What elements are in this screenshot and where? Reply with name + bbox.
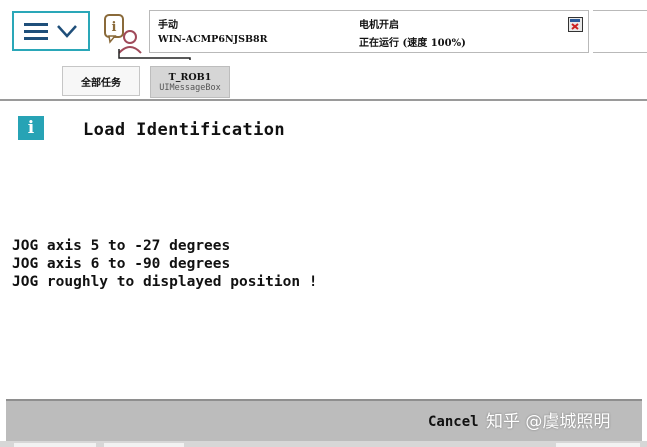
tab-subtitle: UIMessageBox xyxy=(159,82,221,93)
svg-text:i: i xyxy=(112,20,117,35)
top-status-bar: i 手动 WIN-ACMP6NJSB8R 电机开启 正在运行 (速度 100%) xyxy=(0,0,647,63)
message-line: JOG roughly to displayed position ! xyxy=(12,274,318,290)
main-menu-button[interactable] xyxy=(12,11,90,51)
operating-mode: 手动 xyxy=(158,20,178,31)
program-state: 正在运行 (速度 100%) xyxy=(359,38,466,49)
tab-t-rob1[interactable]: T_ROB1 UIMessageBox xyxy=(150,66,230,98)
status-panel-edge xyxy=(593,10,647,53)
motor-state: 电机开启 xyxy=(359,20,399,31)
tabs-divider xyxy=(0,99,647,101)
tab-all-tasks-label: 全部任务 xyxy=(81,77,121,89)
chevron-down-icon xyxy=(56,24,78,38)
hamburger-icon xyxy=(24,22,48,40)
message-line: JOG axis 6 to -90 degrees xyxy=(12,256,231,272)
status-panel[interactable]: 手动 WIN-ACMP6NJSB8R 电机开启 正在运行 (速度 100%) xyxy=(149,10,589,53)
message-title: Load Identification xyxy=(83,120,286,140)
controller-name: WIN-ACMP6NJSB8R xyxy=(158,34,268,45)
close-icon[interactable] xyxy=(568,17,583,32)
watermark: 知乎 @虞城照明 xyxy=(486,412,611,432)
tab-title: T_ROB1 xyxy=(168,71,212,83)
cancel-button[interactable]: Cancel xyxy=(424,409,483,435)
tab-all-tasks[interactable]: 全部任务 xyxy=(62,66,140,96)
info-icon: i xyxy=(18,116,44,140)
bottom-edge xyxy=(0,441,647,447)
task-tabs: 全部任务 T_ROB1 UIMessageBox xyxy=(0,60,647,101)
message-body: JOG axis 5 to -27 degrees JOG axis 6 to … xyxy=(12,237,318,291)
message-line: JOG axis 5 to -27 degrees xyxy=(12,238,231,254)
